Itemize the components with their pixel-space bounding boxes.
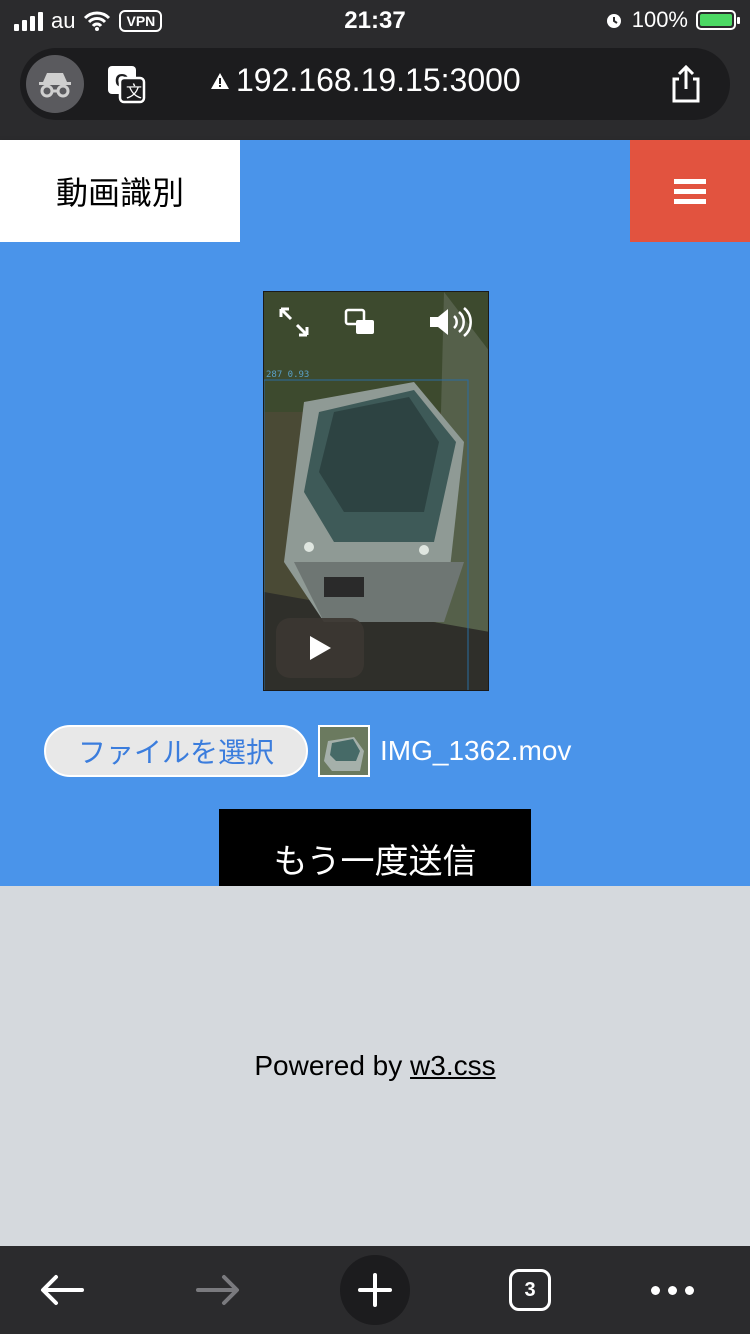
new-tab-button[interactable] [339, 1246, 411, 1334]
browser-bottom-toolbar: 3 [0, 1246, 750, 1334]
incognito-icon[interactable] [26, 55, 84, 113]
alarm-icon [606, 14, 621, 28]
more-icon [650, 1285, 694, 1295]
hamburger-icon [674, 174, 706, 209]
battery-icon [696, 10, 740, 30]
footer: Powered by w3.css [0, 886, 750, 1246]
forward-arrow-icon [196, 1275, 239, 1305]
back-arrow-icon [41, 1275, 84, 1305]
app-header: 動画識別 [0, 140, 750, 242]
file-name: IMG_1362.mov [380, 735, 572, 766]
more-menu-button[interactable] [632, 1246, 712, 1334]
hamburger-menu-button[interactable] [630, 140, 750, 242]
volume-icon[interactable] [428, 306, 474, 338]
warning-icon [211, 72, 229, 89]
resend-button[interactable]: もう一度送信 [219, 809, 531, 886]
url-text[interactable]: 192.168.19.15:3000 [210, 62, 521, 99]
detection-label: 287 0.93 [266, 370, 310, 380]
play-icon [310, 636, 331, 660]
back-button[interactable] [22, 1246, 102, 1334]
app-title[interactable]: 動画識別 [0, 140, 240, 242]
tab-count: 3 [509, 1269, 551, 1311]
powered-by-label: Powered by [254, 1050, 403, 1081]
url-label: 192.168.19.15:3000 [236, 62, 521, 98]
svg-text:文: 文 [126, 83, 142, 101]
picture-in-picture-icon[interactable] [344, 306, 376, 338]
file-input-row: ファイルを選択 IMG_1362.mov [44, 724, 571, 778]
choose-file-button[interactable]: ファイルを選択 [44, 725, 309, 777]
share-icon[interactable] [666, 64, 706, 104]
main-content: 287 0.93 ファイルを選択 IMG_1362.mov もう一度送信 [0, 242, 750, 886]
address-bar[interactable]: G 文 192.168.19.15:3000 [20, 48, 730, 120]
video-player[interactable]: 287 0.93 [263, 291, 489, 691]
tabs-button[interactable]: 3 [490, 1246, 570, 1334]
file-thumbnail [318, 725, 371, 777]
translate-icon[interactable]: G 文 [106, 64, 146, 104]
play-button[interactable] [276, 618, 364, 678]
browser-toolbar: G 文 192.168.19.15:3000 [0, 40, 750, 140]
w3css-link[interactable]: w3.css [410, 1050, 496, 1081]
fullscreen-icon[interactable] [278, 306, 310, 338]
plus-icon [340, 1255, 410, 1325]
forward-button[interactable] [178, 1246, 258, 1334]
powered-by-text: Powered by w3.css [0, 1050, 750, 1082]
battery-percent: 100% [631, 7, 688, 32]
status-bar: au VPN 21:37 100% [0, 0, 750, 40]
